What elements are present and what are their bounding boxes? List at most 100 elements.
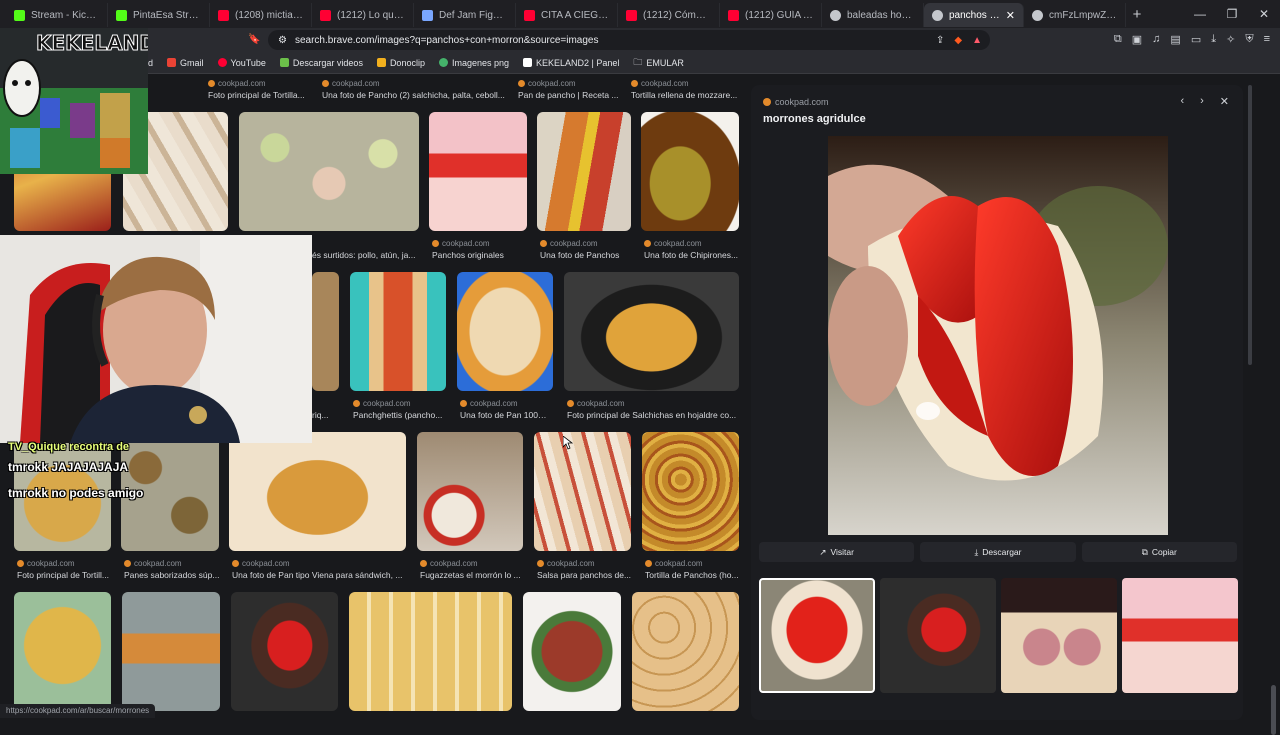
result-image[interactable] [523,592,621,711]
result-caption[interactable]: Salsa para panchos de... [537,570,632,580]
result-caption[interactable]: Una foto de Chipirones... [644,250,740,260]
related-image[interactable] [1001,578,1117,693]
previous-icon[interactable]: ‹ [1180,95,1184,108]
extensions-icon[interactable]: ⧉ [1114,33,1122,46]
brave-shields-icon[interactable]: ◆ [954,35,962,46]
result-caption[interactable]: Una foto de Panchos [540,250,632,260]
result-image[interactable] [632,592,739,711]
wallet-icon[interactable]: ▭ [1191,33,1201,46]
result-caption[interactable]: Panes saborizados súp... [124,570,220,580]
new-tab-button[interactable]: + [1126,6,1148,23]
download-button[interactable]: ⤓ Descargar [920,542,1076,562]
next-icon[interactable]: › [1200,95,1204,108]
result-image[interactable] [229,432,406,551]
page-scrollbar-thumb[interactable] [1271,685,1276,735]
bookmark-donoclip[interactable]: Donoclip [376,58,425,68]
tab[interactable]: Stream - Kick D [6,3,108,27]
bookmark-kekeland[interactable]: KEKELAND2 | Panel [523,58,619,68]
address-bar[interactable]: ⚙ search.brave.com/images?q=panchos+con+… [268,30,990,50]
result-source: cookpad.com [232,559,290,568]
result-image[interactable] [642,432,739,551]
bookmark-gmail[interactable]: Gmail [167,58,204,68]
panel-icon [523,58,533,67]
tab[interactable]: (1212) Lo que NAD [312,3,414,27]
related-image[interactable] [1122,578,1238,693]
result-image[interactable] [417,432,523,551]
streamer-webcam-image [0,235,312,443]
tab[interactable]: cmFzLmpwZw (500 [1024,3,1126,27]
site-settings-icon[interactable]: ⚙ [278,35,287,46]
download-icon[interactable]: ⤓ [1211,33,1216,46]
brave-rewards-icon[interactable]: ▲ [972,35,982,46]
result-image[interactable] [429,112,527,231]
result-caption[interactable]: Pan de pancho | Receta ... [518,90,622,100]
sidebar-icon[interactable]: ▤ [1170,33,1180,46]
media-icon[interactable]: ♫ [1152,33,1160,46]
result-caption[interactable]: Foto principal de Tortill... [17,570,111,580]
vpn-icon[interactable]: ⛨ [1245,33,1253,46]
kekeland-logo-image: KEKELAND [0,28,156,174]
result-caption[interactable]: Foto principal de Tortilla... [208,90,308,100]
result-image[interactable] [641,112,739,231]
preview-main-image[interactable] [828,136,1168,535]
tab[interactable]: baleadas honduras [822,3,924,27]
donoclip-icon [376,58,386,67]
bookmark-emular[interactable]: 🗀 EMULAR [633,55,684,71]
result-image[interactable] [14,592,111,711]
bookmark-icon[interactable]: 🔖 [248,34,260,45]
tab-label: panchos con m [949,9,1000,21]
minimize-icon[interactable]: — [1184,0,1216,28]
result-image[interactable] [122,592,220,711]
maximize-icon[interactable]: ❐ [1216,0,1248,28]
related-image[interactable] [880,578,996,693]
result-caption[interactable]: Fugazzetas el morrón lo ... [420,570,524,580]
close-tab-icon[interactable]: ✕ [1006,9,1015,22]
result-caption[interactable]: Panchghettis (pancho... [353,410,447,420]
visit-button[interactable]: ↗ Visitar [759,542,915,562]
tab[interactable]: Def Jam Fight for N [414,3,516,27]
related-image-selected[interactable] [759,578,875,693]
panel-scrollbar[interactable] [1248,85,1252,365]
result-caption[interactable]: Tortilla rellena de mozzare... [631,90,739,100]
leo-ai-icon[interactable]: ✧ [1226,33,1235,46]
result-image[interactable] [457,272,553,391]
result-image[interactable] [350,272,446,391]
close-preview-icon[interactable]: ✕ [1220,95,1229,108]
bookmark-imagenes[interactable]: Imagenes png [438,58,509,68]
result-caption[interactable]: és surtidos: pollo, atún, ja... [312,250,422,260]
cookpad-favicon-icon [763,98,771,106]
result-image[interactable] [564,272,739,391]
result-image[interactable] [534,432,631,551]
result-image[interactable] [239,112,419,231]
result-caption[interactable]: Una foto de Pan 100% ... [460,410,554,420]
result-caption[interactable]: Una foto de Pan tipo Viena para sándwich… [232,570,408,580]
tab[interactable]: PintaEsa Stream - W [108,3,210,27]
cookpad-favicon-icon [460,400,467,407]
result-caption[interactable]: Foto principal de Salchichas en hojaldre… [567,410,739,420]
tab[interactable]: CITA A CIEGAS BAS [516,3,618,27]
close-window-icon[interactable]: ✕ [1248,0,1280,28]
result-image[interactable] [312,272,339,391]
tab[interactable]: (1208) mictia - YouT [210,3,312,27]
url-text[interactable]: search.brave.com/images?q=panchos+con+mo… [295,35,599,46]
result-image[interactable] [537,112,631,231]
tab-active[interactable]: panchos con m ✕ [924,3,1024,27]
result-image[interactable] [231,592,338,711]
bookmark-item[interactable]: d [148,58,153,68]
copy-button[interactable]: ⧉ Copiar [1081,542,1237,562]
result-image[interactable] [349,592,512,711]
page-scrollbar[interactable] [1271,155,1276,735]
screenshot-icon[interactable]: ▣ [1132,33,1142,46]
tab[interactable]: (1212) Cómo encon [618,3,720,27]
bookmark-descargar[interactable]: Descargar videos [279,58,363,68]
preview-source[interactable]: cookpad.com [763,97,829,107]
pepper-on-bread-image [828,136,1168,535]
result-caption[interactable]: Tortilla de Panchos (ho... [645,570,740,580]
result-caption[interactable]: riq... [312,410,342,420]
share-icon[interactable]: ⇪ [936,35,944,46]
bookmark-youtube[interactable]: YouTube [217,58,266,68]
tab[interactable]: (1212) GUÍA ACTUA [720,3,822,27]
result-caption[interactable]: Panchos originales [432,250,528,260]
menu-icon[interactable]: ≡ [1264,33,1270,46]
result-caption[interactable]: Una foto de Pancho (2) salchicha, palta,… [322,90,506,100]
